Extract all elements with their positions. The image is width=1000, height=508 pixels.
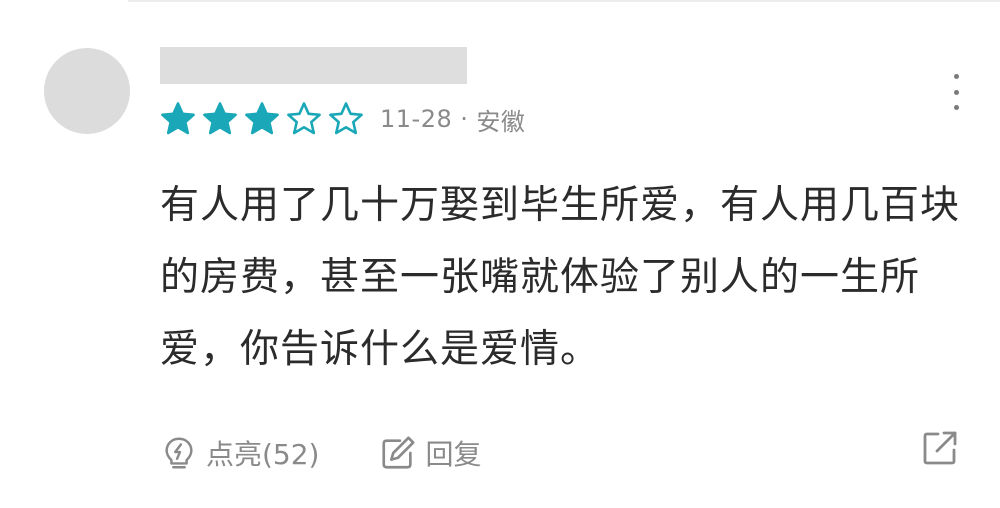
like-label: 点亮(52) (206, 438, 320, 471)
share-button[interactable] (920, 428, 960, 468)
star-rating (160, 101, 364, 137)
star-empty-icon (329, 102, 363, 135)
like-button[interactable]: 点亮(52) (160, 433, 319, 473)
star-filled-icon (161, 102, 195, 135)
star-filled-icon (203, 102, 237, 135)
avatar[interactable] (44, 48, 130, 134)
top-divider (128, 0, 1000, 2)
lightbulb-icon (165, 437, 193, 469)
edit-icon (382, 436, 416, 469)
more-dot (953, 105, 959, 110)
meta-separator: · (460, 105, 469, 133)
action-bar: 点亮(52) 回复 (160, 428, 482, 478)
more-options-button[interactable] (940, 72, 972, 112)
review-date: 11-28 (380, 105, 453, 133)
rating-row: 11-28 · 安徽 (160, 100, 525, 138)
share-icon (923, 431, 957, 465)
more-dot (953, 89, 959, 95)
more-vertical-icon (953, 74, 959, 79)
review-location: 安徽 (476, 107, 526, 136)
review-meta: 11-28 · 安徽 (380, 102, 525, 137)
username-placeholder (160, 47, 467, 84)
reply-button[interactable]: 回复 (379, 433, 482, 473)
star-empty-icon (287, 102, 321, 135)
star-filled-icon (245, 102, 279, 135)
comment-text: 有人用了几十万娶到毕生所爱，有人用几百块的房费，甚至一张嘴就体验了别人的一生所爱… (160, 183, 961, 372)
reply-label: 回复 (425, 438, 482, 471)
